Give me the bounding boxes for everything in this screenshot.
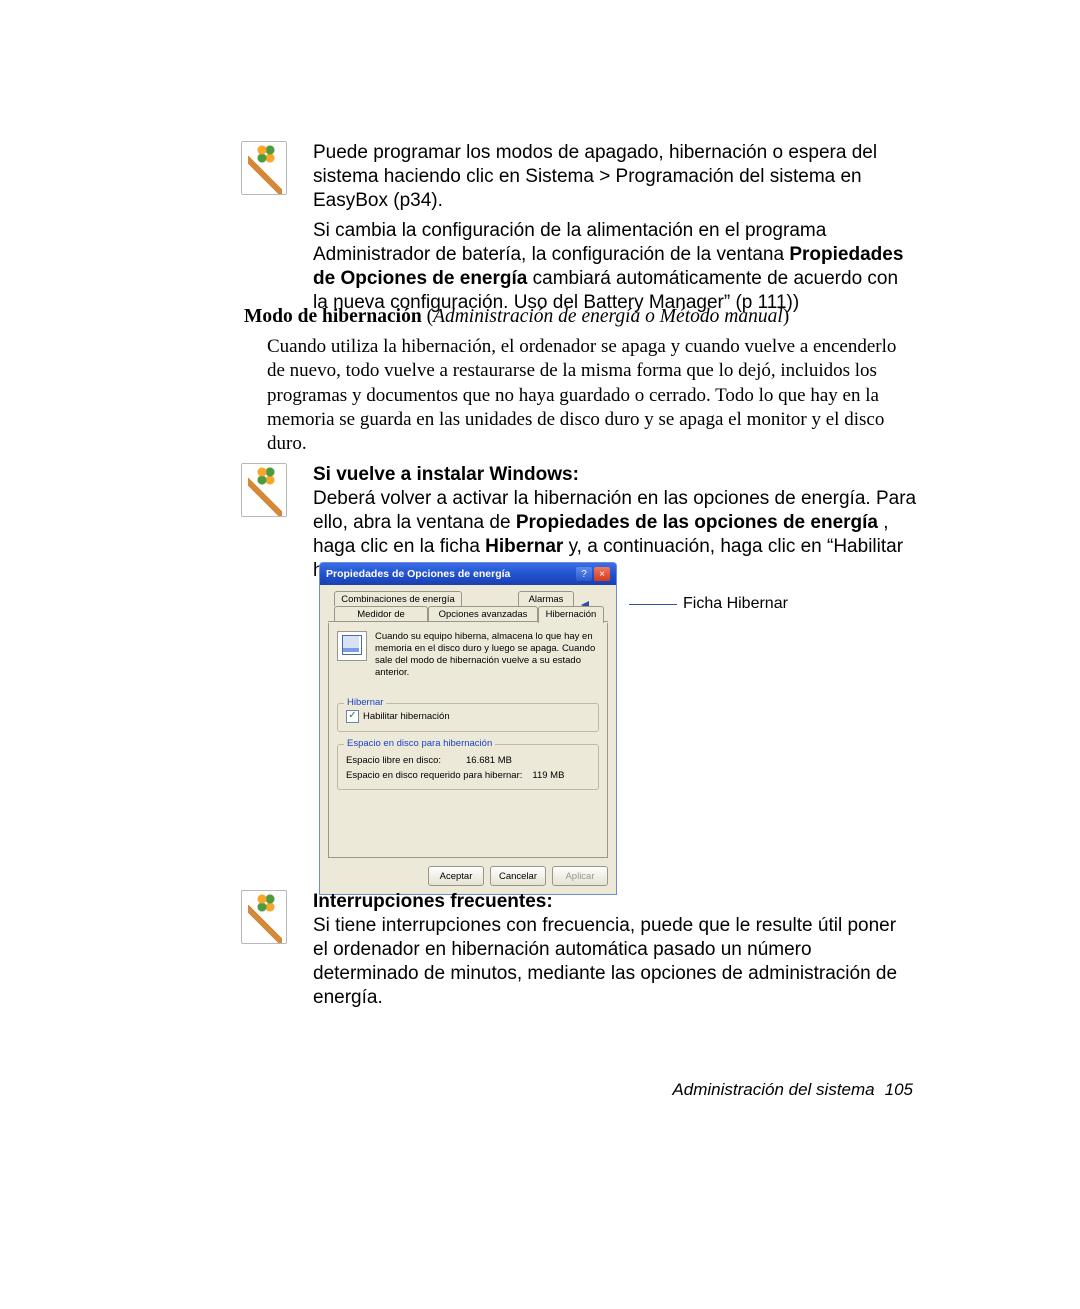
callout-ficha-hibernar: Ficha Hibernar: [629, 595, 788, 613]
tab-alarmas[interactable]: Alarmas: [518, 591, 574, 606]
required-space-row: Espacio en disco requerido para hibernar…: [346, 770, 590, 781]
note-icon: [241, 463, 287, 517]
dialog-title: Propiedades de Opciones de energía: [326, 568, 510, 580]
dialog-titlebar[interactable]: Propiedades de Opciones de energía ? ×: [320, 563, 616, 585]
apply-button[interactable]: Aplicar: [552, 866, 608, 886]
note3-text: Interrupciones frecuentes: Si tiene inte…: [313, 890, 913, 1010]
hibernate-icon: [337, 631, 367, 661]
group-hibernar-legend: Hibernar: [344, 697, 386, 708]
note-icon: [241, 890, 287, 944]
help-button[interactable]: ?: [576, 567, 592, 581]
note1-p1: Puede programar los modos de apagado, hi…: [313, 141, 913, 213]
hibernate-desc: Cuando su equipo hiberna, almacena lo qu…: [375, 631, 599, 679]
note-icon: [241, 141, 287, 195]
page-number: 105: [885, 1080, 913, 1100]
cancel-button[interactable]: Cancelar: [490, 866, 546, 886]
tab-hibernacion[interactable]: Hibernación: [538, 606, 604, 623]
checkbox-icon: ✓: [346, 710, 359, 723]
mode-para: Cuando utiliza la hibernación, el ordena…: [267, 335, 917, 457]
page-footer: Administración del sistema 105: [672, 1080, 913, 1100]
footer-label: Administración del sistema: [672, 1080, 874, 1100]
tab-combinaciones[interactable]: Combinaciones de energía: [334, 591, 462, 606]
note3-body: Si tiene interrupciones con frecuencia, …: [313, 914, 913, 1010]
tab-medidor[interactable]: Medidor de energía: [334, 606, 428, 621]
tab-avanzadas[interactable]: Opciones avanzadas: [428, 606, 538, 621]
note3-heading: Interrupciones frecuentes:: [313, 890, 913, 914]
free-space-row: Espacio libre en disco: 16.681 MB: [346, 755, 590, 766]
tab-body: Cuando su equipo hiberna, almacena lo qu…: [328, 623, 608, 858]
close-button[interactable]: ×: [594, 567, 610, 581]
power-options-dialog: Propiedades de Opciones de energía ? × C…: [319, 562, 617, 895]
note1-text: Puede programar los modos de apagado, hi…: [313, 141, 913, 315]
group-disk-legend: Espacio en disco para hibernación: [344, 738, 495, 749]
ok-button[interactable]: Aceptar: [428, 866, 484, 886]
note2-heading: Si vuelve a instalar Windows:: [313, 463, 917, 487]
enable-hibernate-checkbox[interactable]: ✓ Habilitar hibernación: [346, 710, 590, 723]
note1-p2: Si cambia la configuración de la aliment…: [313, 219, 913, 315]
tab-strip: Combinaciones de energía Alarmas Medidor…: [328, 591, 608, 623]
mode-heading: Modo de hibernación (Administración de e…: [244, 306, 934, 328]
